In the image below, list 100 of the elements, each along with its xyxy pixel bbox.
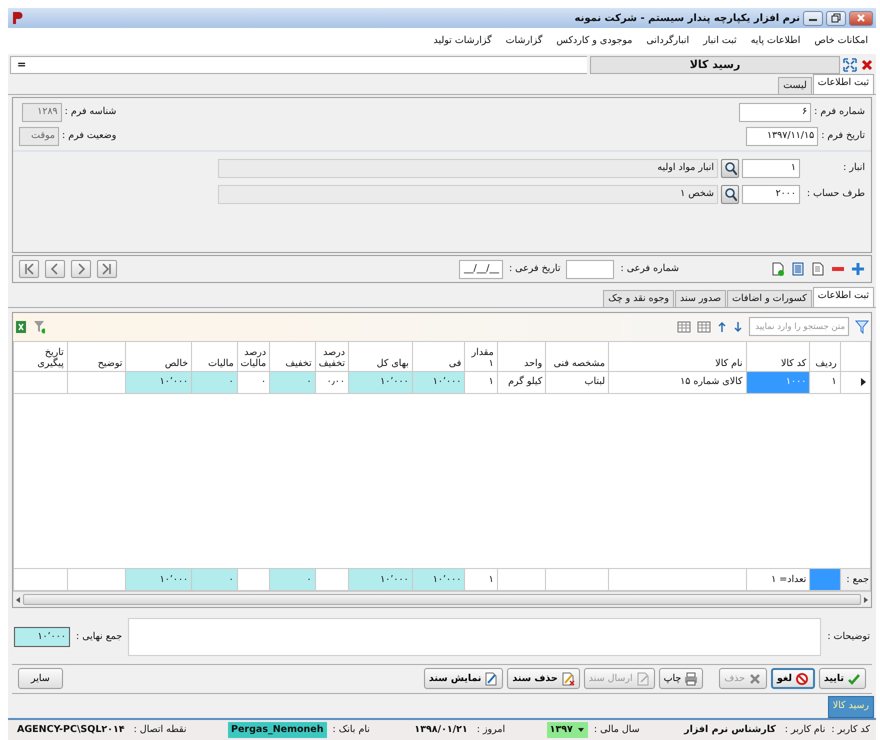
column-header[interactable]: واحد [497,341,546,372]
column-header[interactable]: فی [412,341,465,372]
status-value: ۱۳۹۸/۰۱/۲۱ [413,722,469,737]
column-header[interactable]: تخفیف [270,341,316,372]
status-value: Pergas_Nemoneh [228,722,327,738]
table-cell: ۱۰٬۰۰۰ [126,568,192,591]
filter-icon[interactable] [855,320,869,334]
column-header[interactable]: مشخصه فنی [546,341,608,372]
menu-item[interactable]: امکانات خاص [812,32,870,49]
other-button[interactable]: سایر [18,668,63,690]
table-cell: لبتاب [546,371,608,394]
column-header[interactable]: نام کالا [608,341,746,372]
total-label: جمع : [840,568,870,591]
input-field[interactable]: __/__/__ [458,260,503,279]
year-select[interactable]: ۱۳۹۷ [546,722,588,738]
cancel-icon [794,672,809,686]
field-label: جمع نهایی : [76,630,122,644]
scroll-right-icon[interactable] [863,596,869,604]
horizontal-scrollbar[interactable] [13,591,871,608]
field-label: طرف حساب : [806,187,865,202]
tab[interactable]: صدور سند [675,290,726,307]
show-doc-button[interactable]: نمایش سند [424,668,504,690]
tab[interactable]: ثبت اطلاعات [812,286,874,307]
input-field[interactable]: ۶ [739,102,812,122]
tab[interactable]: ثبت اطلاعات [812,74,874,94]
app-logo-icon [11,11,23,25]
column-header[interactable]: مقدار ۱ [464,341,498,372]
spreadsheet-icon[interactable] [15,320,27,334]
column-header[interactable]: درصد مالیات [237,341,270,372]
grid-icon[interactable] [677,320,691,334]
tab[interactable]: لیست [778,77,812,94]
document-icon[interactable] [811,262,825,276]
status-label: سال مالی : [594,722,640,737]
field-label: شماره فرم : [814,105,865,120]
caret-icon [576,726,585,734]
table-cell: ۱۰٬۰۰۰ [126,371,192,394]
table-cell: ۰ [192,371,238,394]
previous-button[interactable] [45,260,65,278]
expand-icon[interactable] [843,58,857,72]
restore-button[interactable] [826,10,846,26]
close-button[interactable] [849,10,873,26]
first-icon [22,262,36,276]
input-field[interactable]: ۲۰۰۰ [742,184,800,204]
window-title: نرم افزار یکپارچه پندار سیستم - شرکت نمونه [574,12,800,26]
field-label: تاریخ فرم : [821,129,865,144]
document-icon[interactable] [771,262,785,276]
menu-item[interactable]: ثبت انبار [701,32,739,49]
table-cell: ۱۰٬۰۰۰ [412,371,465,394]
menu-item[interactable]: اطلاعات پایه [748,32,802,49]
field-label: شماره فرعی : [620,262,679,276]
status-label: نقطه اتصال : [134,722,186,737]
tab[interactable]: کسورات و اضافات [727,290,812,307]
input-field[interactable]: ۱ [742,158,800,178]
last-button[interactable] [97,260,117,278]
status-label: نام بانک : [332,722,370,737]
remove-doc-button[interactable]: حذف سند [507,668,580,690]
minimize-button[interactable] [803,10,823,26]
table-cell: ۱۰٬۰۰۰ [348,568,412,591]
input-field[interactable] [566,260,614,279]
last-icon [100,262,114,276]
search-field[interactable]: متن جستجو را وارد نمایید [749,317,849,336]
menu-item[interactable]: موجودی و کاردکس [554,32,634,49]
column-header[interactable]: درصد تخفیف [315,341,348,372]
notes-field[interactable] [128,618,822,656]
menu-item[interactable]: انبارگردانی [644,32,692,49]
first-button[interactable] [19,260,39,278]
menu-glyph[interactable]: = [17,56,26,74]
menu-item[interactable]: گزارشات [504,32,544,49]
print-button[interactable]: چاپ [658,668,704,690]
table-cell: کیلو گرم [497,371,546,394]
column-header[interactable]: بهای کل [348,341,412,372]
plus-icon[interactable] [851,262,865,276]
search-button[interactable] [721,158,739,178]
search-button[interactable] [721,184,739,204]
column-header[interactable]: خالص [126,341,192,372]
list-icon[interactable] [791,262,805,276]
filter-icon[interactable] [33,320,45,334]
close-icon[interactable] [860,58,874,72]
table-cell: ۰ [192,568,238,591]
sort-up-icon[interactable] [717,320,727,334]
close-icon [856,13,866,23]
cancel-button[interactable]: لغو [771,668,815,690]
confirm-button[interactable]: تایید [818,668,866,690]
tab[interactable]: وجوه نقد و چک [603,290,674,307]
scroll-left-icon[interactable] [15,596,21,604]
next-button[interactable] [71,260,91,278]
column-header[interactable]: کد کالا [746,341,810,372]
table-cell: کالای شماره ۱۵ [608,371,746,394]
column-header[interactable]: توضیح [67,341,126,372]
lookup-name: انبار مواد اولیه [218,158,718,178]
column-header[interactable]: ردیف [810,341,840,372]
input-field[interactable]: ۱۳۹۷/۱۱/۱۵ [746,126,818,146]
menu-item[interactable]: گزارشات تولید [432,32,494,49]
document-pencil-icon [484,672,498,686]
column-header[interactable]: تاریخ پیگیری [14,341,68,372]
column-header[interactable]: مالیات [192,341,238,372]
document-icon [636,672,650,686]
table-cell: ۱۰٬۰۰۰ [348,371,412,394]
grid-icon[interactable] [697,320,711,334]
sort-down-icon[interactable] [733,320,743,334]
